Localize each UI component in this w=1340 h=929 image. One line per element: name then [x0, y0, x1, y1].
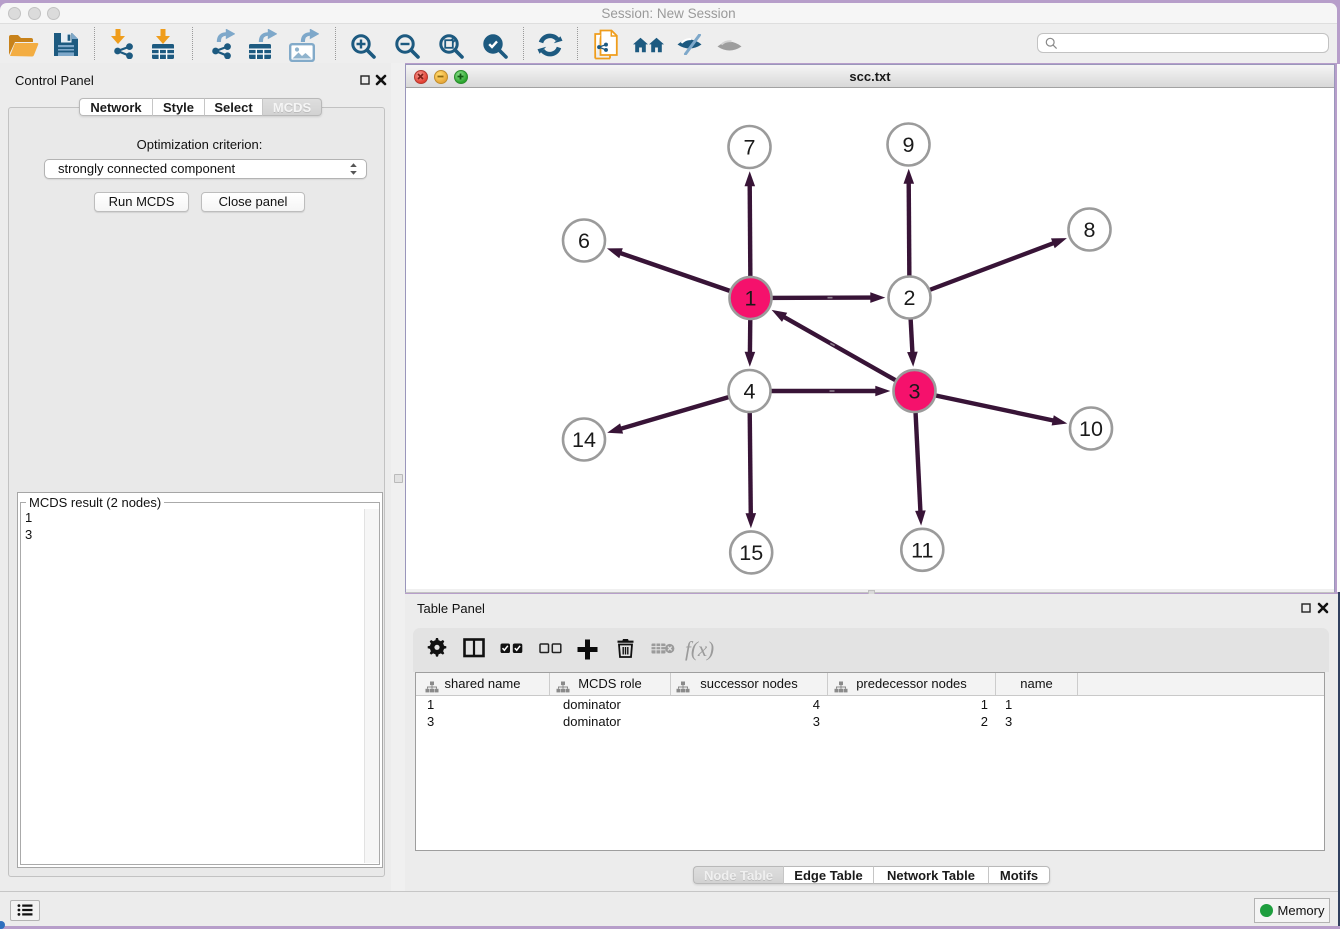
svg-text:10: 10	[1079, 417, 1103, 441]
svg-text:7: 7	[744, 136, 756, 160]
svg-text:3: 3	[909, 380, 921, 404]
svg-text:4: 4	[744, 380, 756, 404]
svg-text:6: 6	[578, 229, 590, 253]
svg-text:14: 14	[572, 428, 596, 452]
svg-text:9: 9	[903, 133, 915, 157]
svg-text:2: 2	[904, 286, 916, 310]
svg-text:1: 1	[745, 287, 757, 311]
svg-text:8: 8	[1084, 218, 1096, 242]
svg-text:11: 11	[911, 538, 933, 562]
svg-text:15: 15	[739, 541, 763, 565]
